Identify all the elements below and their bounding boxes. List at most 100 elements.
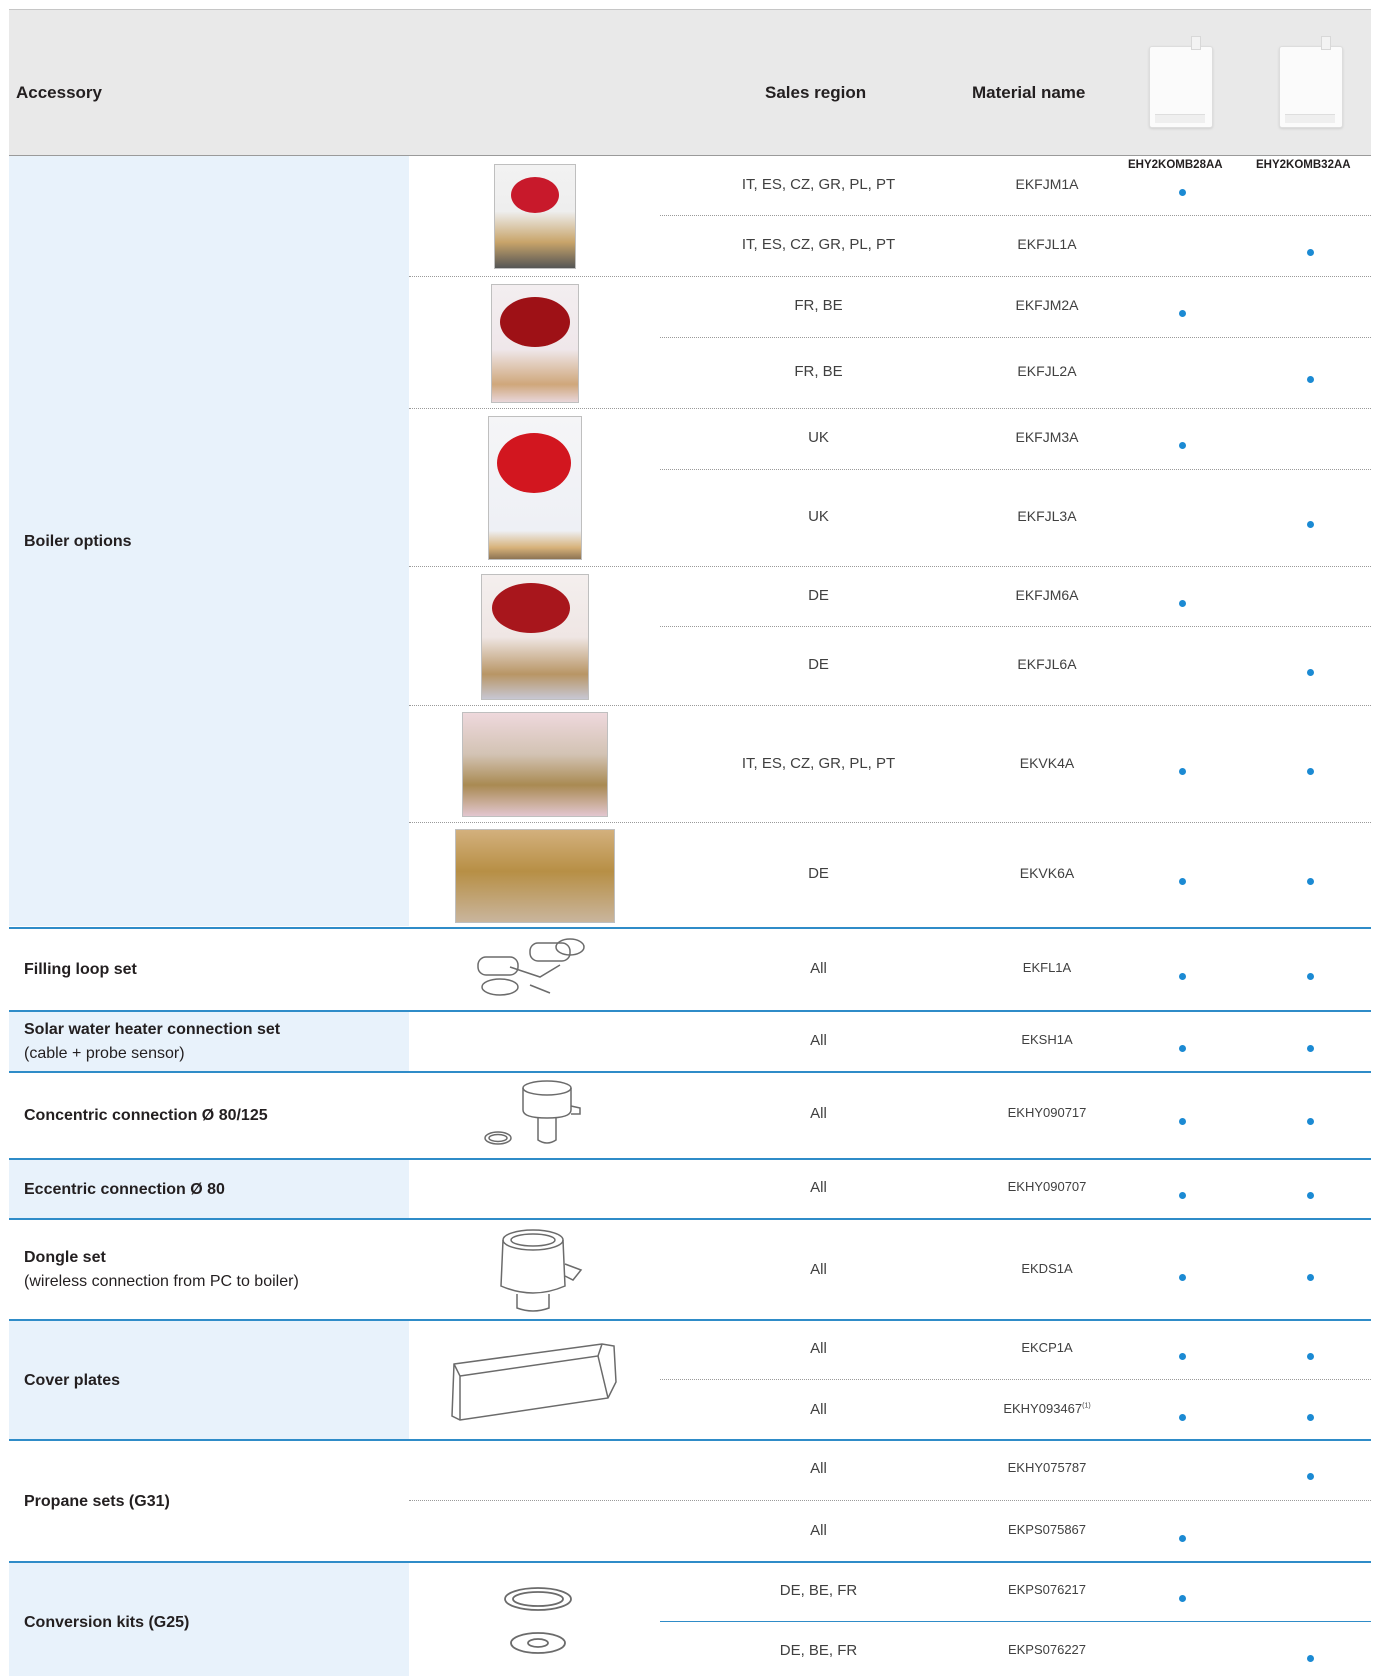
availability-dot-32: [1307, 1655, 1314, 1662]
valve-kit-2-photo: [455, 829, 615, 923]
material-name-cell: EKVK6A: [1019, 865, 1075, 881]
material-name-cell: EKFJM3A: [1015, 429, 1079, 445]
availability-dot-32: [1307, 376, 1314, 383]
group-divider: [9, 927, 1371, 929]
material-name-cell: EKFJL1A: [1017, 236, 1077, 252]
availability-dot-32: [1307, 1045, 1314, 1052]
cover-plate-sketch: [451, 1343, 617, 1421]
group-divider: [9, 1439, 1371, 1441]
availability-dot-32: [1307, 521, 1314, 528]
availability-dot-28: [1179, 1192, 1186, 1199]
row-divider: [409, 1500, 1371, 1501]
material-name-cell: EKFJM1A: [1015, 176, 1079, 192]
sales-region-cell: IT, ES, CZ, GR, PL, PT: [741, 236, 896, 253]
availability-dot-28: [1179, 973, 1186, 980]
material-name-cell: EKFJL2A: [1017, 363, 1077, 379]
sales-region-cell: All: [810, 1261, 827, 1278]
group-label: Propane sets (G31): [24, 1493, 170, 1510]
availability-dot-32: [1307, 973, 1314, 980]
availability-dot-28: [1179, 1045, 1186, 1052]
group-label: Concentric connection Ø 80/125: [24, 1107, 268, 1124]
group-label: Dongle set (wireless connection from PC t…: [24, 1249, 299, 1290]
material-name-cell: EKPS075867: [1007, 1522, 1087, 1537]
sales-region-cell: DE, BE, FR: [779, 1642, 858, 1659]
sales-region-cell: DE, BE, FR: [779, 1582, 858, 1599]
availability-dot-32: [1307, 768, 1314, 775]
group-divider: [9, 1158, 1371, 1160]
group-label: Cover plates: [24, 1372, 121, 1389]
model-28-label: EHY2KOMB28AA: [1128, 159, 1223, 171]
row-divider: [660, 337, 1371, 338]
accessory-header: Accessory: [16, 83, 103, 102]
material-name-cell: EKHY093467(1): [1003, 1401, 1091, 1416]
group-label: Filling loop set: [24, 961, 137, 978]
sales-region-cell: IT, ES, CZ, GR, PL, PT: [741, 755, 896, 772]
material-name-cell: EKCP1A: [1021, 1340, 1073, 1355]
boiler-kit-3-photo: [488, 416, 582, 560]
row-divider: [409, 822, 1371, 823]
row-divider: [409, 276, 1371, 277]
material-name-cell: EKHY075787: [1007, 1460, 1087, 1475]
sales-region-cell: IT, ES, CZ, GR, PL, PT: [741, 176, 896, 193]
sales-region-cell: DE: [808, 587, 829, 604]
sales-region-cell: All: [810, 1032, 827, 1049]
group-divider: [9, 1319, 1371, 1321]
group-label: Conversion kits (G25): [24, 1614, 190, 1631]
row-divider: [660, 1621, 1371, 1622]
row-divider: [660, 469, 1371, 470]
group-label: Solar water heater connection set (cable …: [24, 1021, 281, 1062]
availability-dot-32: [1307, 669, 1314, 676]
material-name-cell: EKFJL6A: [1017, 656, 1077, 672]
dongle-sketch: [500, 1229, 583, 1312]
material-name-cell: EKPS076227: [1007, 1642, 1087, 1657]
availability-dot-28: [1179, 1118, 1186, 1125]
filling-loop-sketch: [477, 938, 585, 996]
sales-region-header: Sales region: [765, 83, 867, 102]
material-name-cell: EKDS1A: [1021, 1261, 1073, 1276]
model-32-label: EHY2KOMB32AA: [1256, 159, 1351, 171]
material-name-cell: EKHY090707: [1007, 1179, 1087, 1194]
row-divider: [409, 705, 1371, 706]
row-divider: [660, 1379, 1371, 1380]
availability-dot-28: [1179, 1595, 1186, 1602]
availability-dot-28: [1179, 768, 1186, 775]
sales-region-cell: All: [810, 960, 827, 977]
material-name-cell: EKPS076217: [1007, 1582, 1087, 1597]
row-divider: [660, 626, 1371, 627]
material-name-cell: EKSH1A: [1021, 1032, 1073, 1047]
availability-dot-32: [1307, 1192, 1314, 1199]
boiler-kit-1-photo: [494, 164, 576, 269]
availability-dot-32: [1307, 1353, 1314, 1360]
sales-region-cell: FR, BE: [794, 363, 843, 380]
material-name-cell: EKFJM2A: [1015, 297, 1079, 313]
sales-region-cell: All: [810, 1340, 827, 1357]
availability-dot-28: [1179, 1414, 1186, 1421]
sales-region-cell: All: [810, 1179, 827, 1196]
group-divider: [9, 1561, 1371, 1563]
row-divider: [660, 215, 1371, 216]
group-divider: [9, 1010, 1371, 1012]
availability-dot-28: [1179, 600, 1186, 607]
concentric-connection-sketch: [484, 1080, 581, 1145]
boiler-28-image: [1149, 36, 1213, 128]
sales-region-cell: All: [810, 1401, 827, 1418]
sales-region-cell: DE: [808, 656, 829, 673]
table-header: Accessory Sales region Material name: [9, 10, 1371, 156]
availability-dot-28: [1179, 878, 1186, 885]
availability-dot-32: [1307, 878, 1314, 885]
material-name-cell: EKHY090717: [1007, 1105, 1087, 1120]
availability-dot-28: [1179, 1274, 1186, 1281]
boiler-kit-2-photo: [491, 284, 579, 403]
valve-kit-1-photo: [462, 712, 608, 817]
group-label: Boiler options: [24, 533, 132, 550]
sales-region-cell: DE: [808, 865, 829, 882]
sales-region-cell: All: [810, 1460, 827, 1477]
sales-region-cell: UK: [808, 508, 829, 525]
group-divider: [9, 1218, 1371, 1220]
conversion-kit-sketch: [504, 1587, 572, 1654]
material-name-cell: EKFJM6A: [1015, 587, 1079, 603]
availability-dot-32: [1307, 1118, 1314, 1125]
availability-dot-32: [1307, 1473, 1314, 1480]
availability-dot-32: [1307, 1274, 1314, 1281]
material-name-cell: EKFJL3A: [1017, 508, 1077, 524]
